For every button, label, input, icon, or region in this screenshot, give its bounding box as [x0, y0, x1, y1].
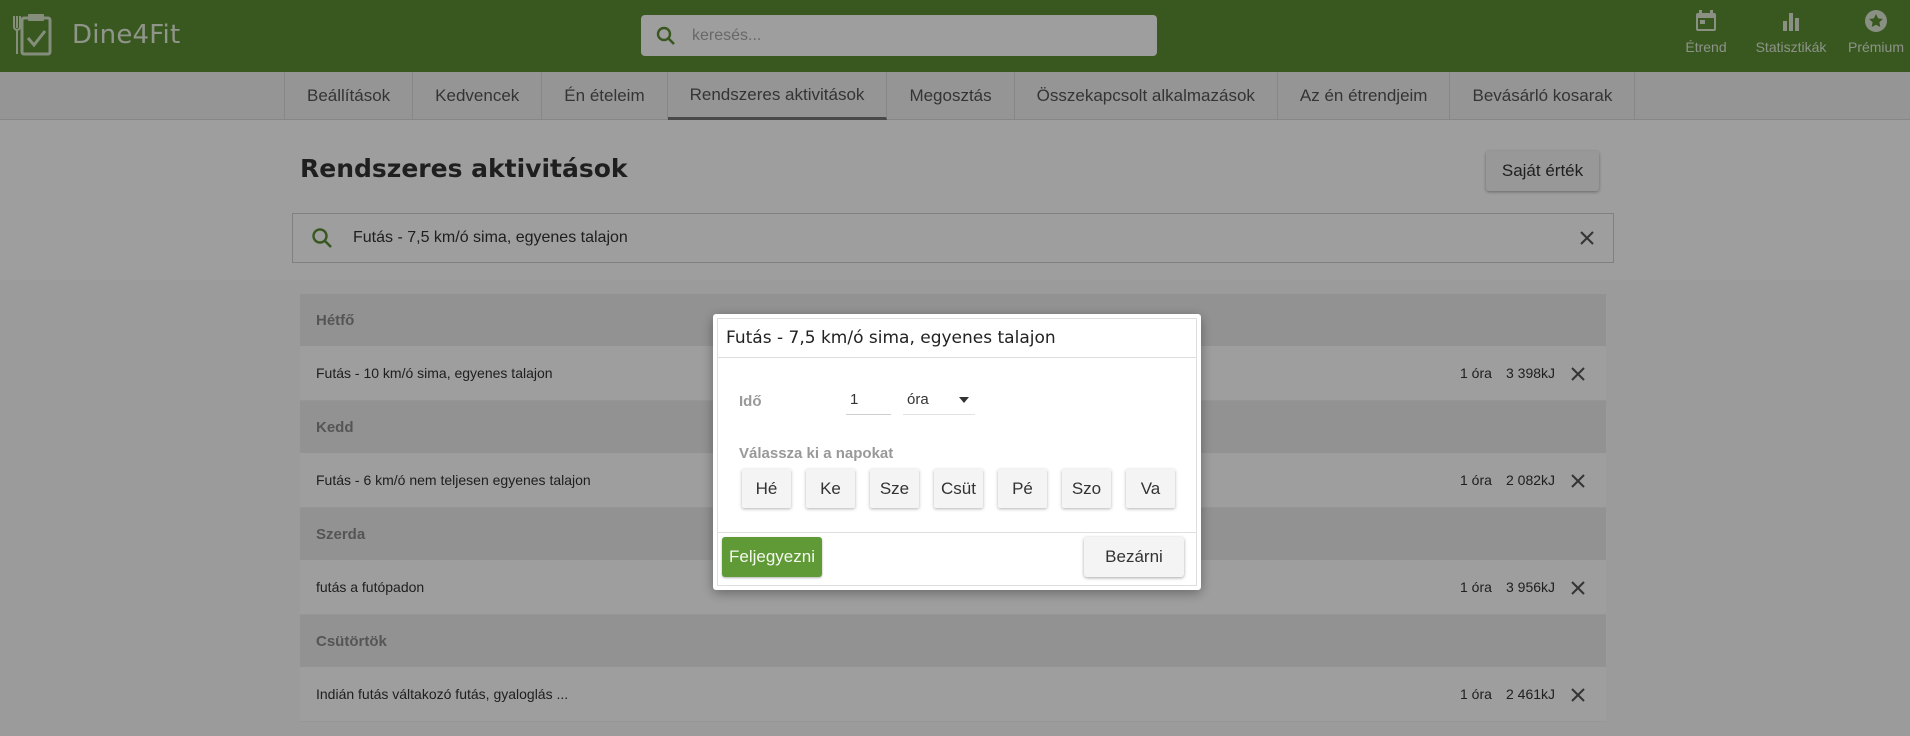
time-label: Idő [739, 393, 762, 410]
activity-dialog: Futás - 7,5 km/ó sima, egyenes talajon I… [713, 314, 1201, 590]
unit-value: óra [907, 391, 929, 408]
day-selector: Hé Ke Sze Csüt Pé Szo Va [742, 469, 1190, 508]
day-button-csut[interactable]: Csüt [934, 469, 983, 508]
time-input[interactable] [846, 385, 891, 415]
unit-select[interactable]: óra [903, 385, 975, 415]
chevron-down-icon [959, 397, 969, 403]
day-button-ke[interactable]: Ke [806, 469, 855, 508]
dialog-footer-divider [718, 532, 1196, 533]
day-button-he[interactable]: Hé [742, 469, 791, 508]
day-button-sze[interactable]: Sze [870, 469, 919, 508]
close-button[interactable]: Bezárni [1084, 537, 1184, 577]
save-button[interactable]: Feljegyezni [722, 537, 822, 577]
day-button-szo[interactable]: Szo [1062, 469, 1111, 508]
day-button-pe[interactable]: Pé [998, 469, 1047, 508]
dialog-title: Futás - 7,5 km/ó sima, egyenes talajon [718, 319, 1196, 358]
days-label: Válassza ki a napokat [739, 445, 894, 462]
day-button-va[interactable]: Va [1126, 469, 1175, 508]
